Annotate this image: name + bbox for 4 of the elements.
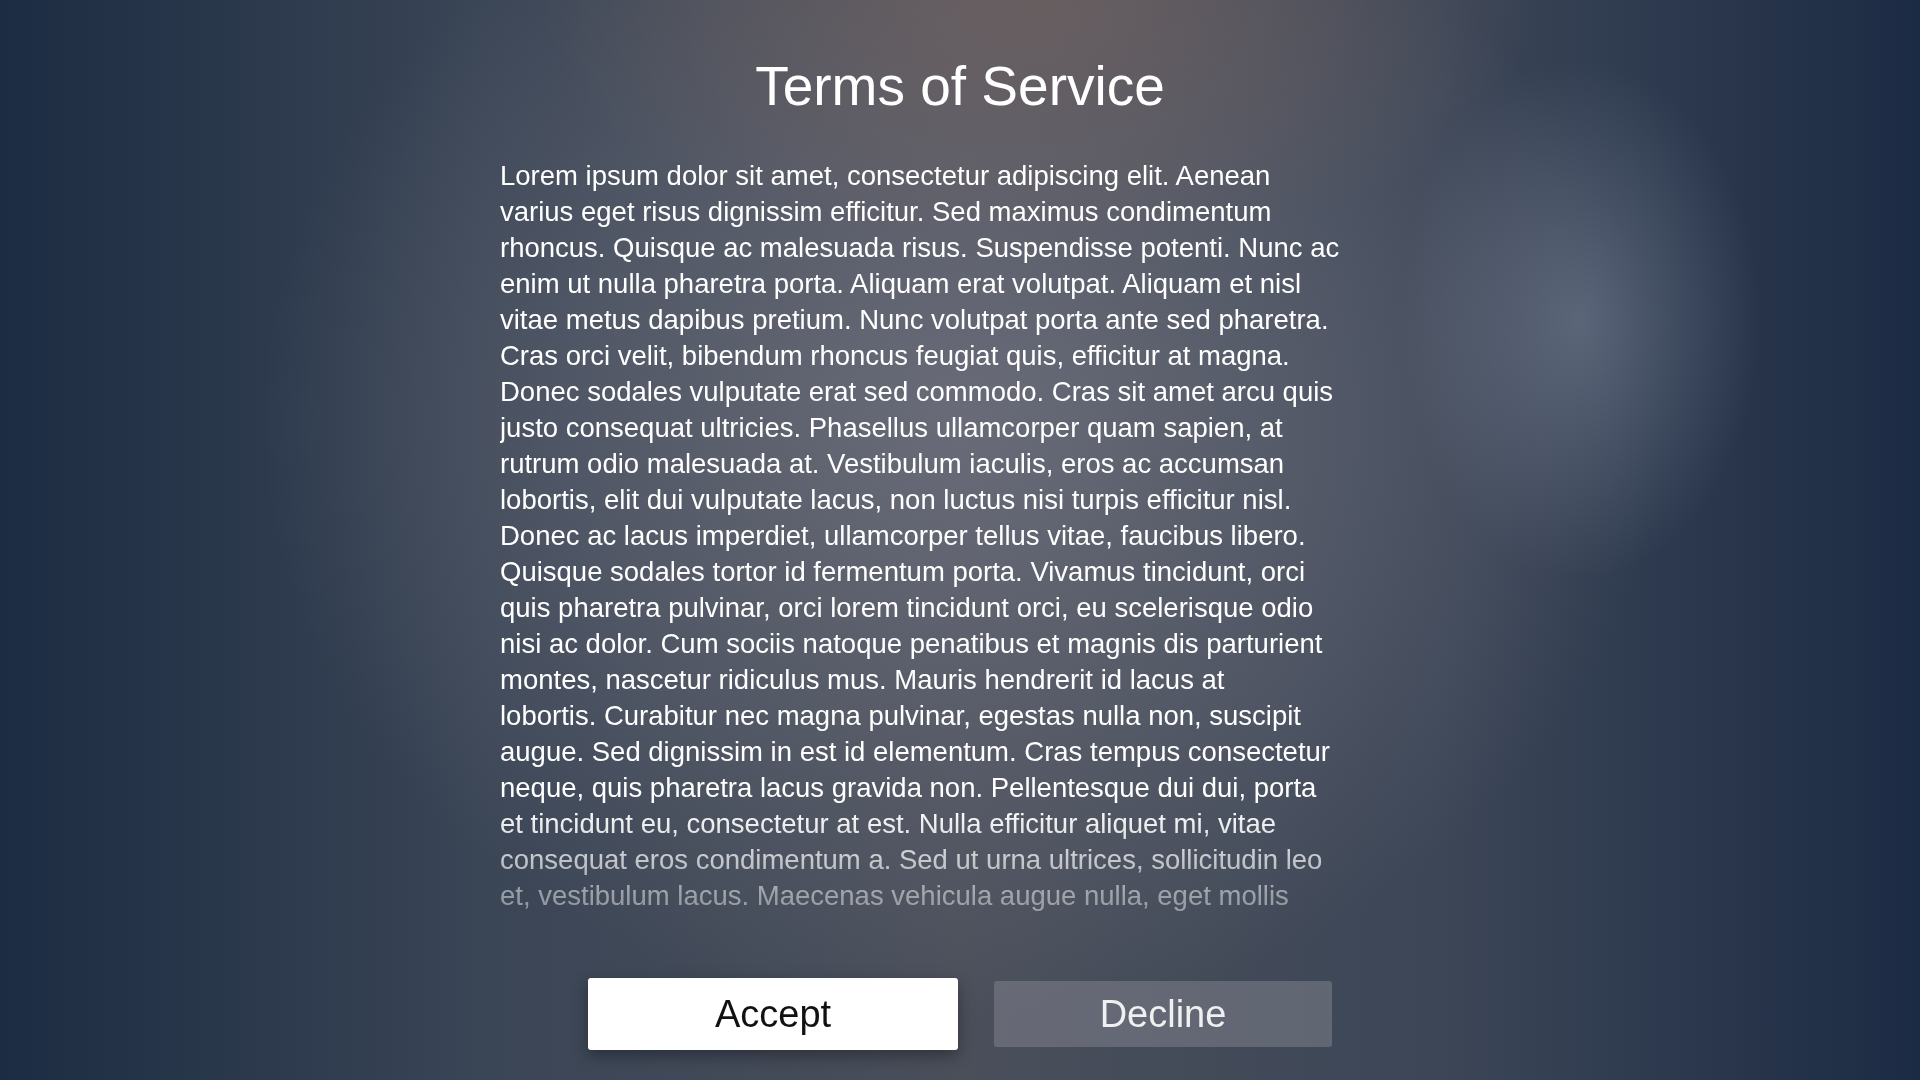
terms-text: Lorem ipsum dolor sit amet, consectetur adipiscing elit. Aenean varius eget risus dignissim efficitur. Sed maximus condimentum rhoncus. Quisque ac malesuada risus. Suspendisse potenti. Nunc ac enim ut nulla pharetra porta. Aliquam erat volutpat. Aliquam et nisl vitae metus dapibus pretium. Nunc volutpat porta ante sed pharetra. Cras orci velit, bibendum rhoncus feugiat quis, efficitur at magna. Donec sodales vulputate erat sed commodo. Cras sit amet arcu quis justo consequat ultricies. Phasellus ullamcorper quam sapien, at rutrum odio malesuada at. Vestibulum iaculis, eros ac accumsan lobortis, elit dui vulputate lacus, non luctus nisi turpis efficitur nisl. Donec ac lacus imperdiet, ullamcorper tellus vitae, faucibus libero. Quisque sodales tortor id fermentum porta. Vivamus tincidunt, orci quis pharetra pulvinar, orci lorem tincidunt orci, eu scelerisque odio nisi ac dolor. Cum sociis natoque penatibus et magnis dis parturient montes, nascetur ridiculus mus. Mauris hendrerit id lacus at lobortis. Curabitur nec magna pulvinar, egestas nulla non, suscipit augue. Sed dignissim in est id elementum. Cras tempus consectetur neque, quis pharetra lacus gravida non. Pellentesque dui dui, porta et tincidunt eu, consectetur at est. Nulla efficitur aliquet mi, vitae consequat eros condimentum a. Sed ut urna ultrices, sollicitudin leo et, vestibulum lacus. Maecenas vehicula augue nulla, eget mollis (500, 159, 1341, 913)
accept-button[interactable]: Accept (588, 978, 958, 1050)
decline-button[interactable]: Decline (994, 981, 1332, 1047)
terms-title: Terms of Service (755, 54, 1165, 119)
